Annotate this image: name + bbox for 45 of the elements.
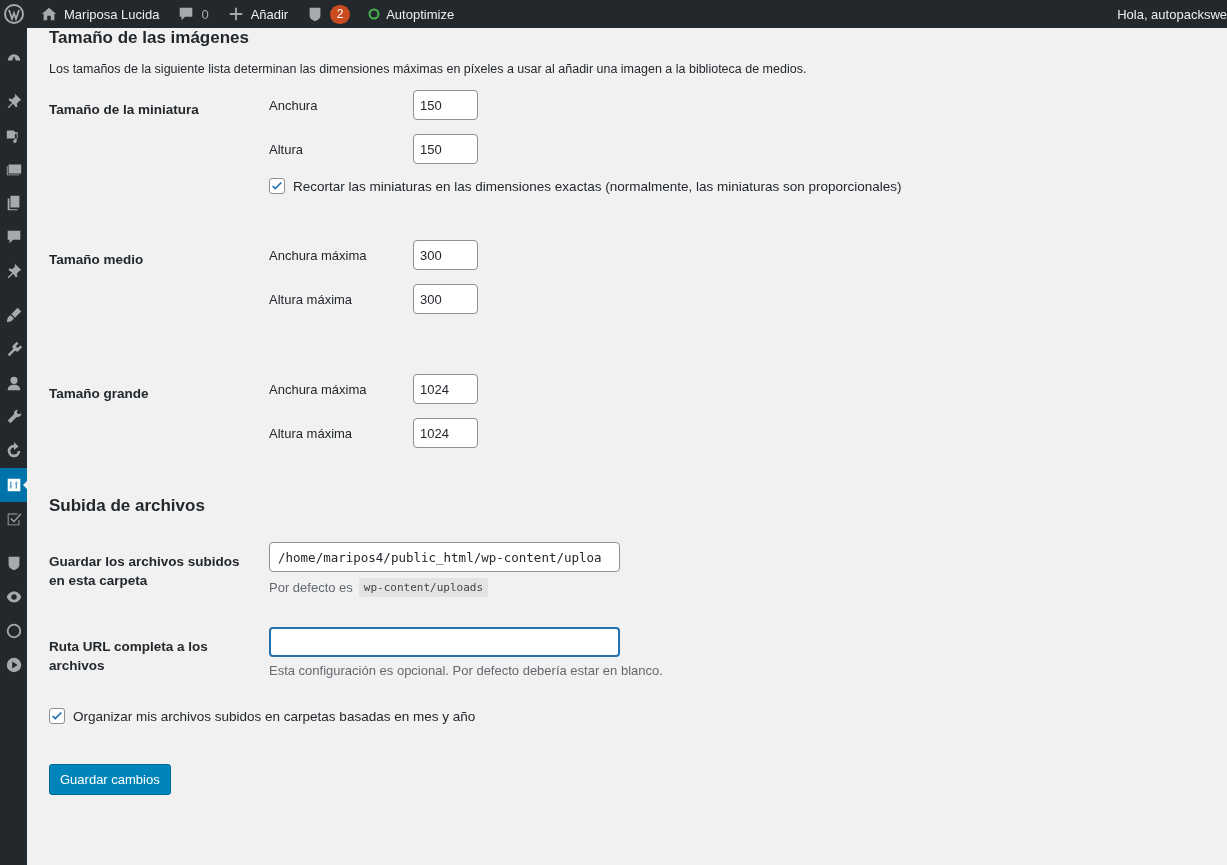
checkmark-icon	[50, 709, 64, 723]
setting-label: Guardar los archivos subidos en esta carpeta	[49, 553, 241, 590]
setting-label: Tamaño de la miniatura	[49, 101, 200, 119]
number-field[interactable]: 1024	[413, 374, 478, 404]
field-label: Anchura máxima	[269, 247, 368, 263]
checkbox-label: Recortar las miniaturas en las dimensiones exactas (normalmente, las miniaturas son proporcionales)	[293, 178, 902, 194]
notification-count: 2	[330, 4, 351, 24]
field-hint: Esta configuración es opcional. Por defecto debería estar en blanco.	[269, 663, 663, 678]
account-link[interactable]: Hola, autopackswe	[1108, 0, 1227, 28]
setting-label: Tamaño grande	[49, 385, 150, 403]
text-field[interactable]	[269, 627, 620, 657]
number-field[interactable]: 300	[413, 240, 478, 270]
save-button[interactable]: Guardar cambios	[49, 764, 171, 795]
field-label: Altura	[269, 141, 304, 157]
setting-label: Ruta URL completa a los archivos	[49, 638, 209, 675]
setting-label: Tamaño medio	[49, 251, 145, 269]
add-new-link[interactable]: Añadir	[217, 0, 298, 28]
checkbox-label: Organizar mis archivos subidos en carpetas basadas en mes y año	[73, 708, 476, 724]
section-title: Tamaño de las imágenes	[49, 28, 250, 49]
field-label: Altura máxima	[269, 291, 354, 307]
section-title: Subida de archivos	[49, 496, 206, 517]
wordpress-logo-icon[interactable]	[4, 4, 24, 24]
number-field[interactable]: 150	[413, 134, 478, 164]
status-ring-icon	[368, 8, 381, 20]
checkmark-icon	[270, 179, 284, 193]
field-label: Anchura	[269, 97, 319, 113]
checkbox[interactable]	[49, 708, 65, 724]
field-hint: Por defecto es	[269, 580, 353, 595]
home-icon	[40, 5, 58, 23]
field-label: Altura máxima	[269, 425, 354, 441]
field-label: Anchura máxima	[269, 381, 368, 397]
comments-link[interactable]: 0	[168, 0, 218, 28]
section-description: Los tamaños de la siguiente lista determinan las dimensiones máximas en píxeles a usar al añadir una imagen a la biblioteca de medios.	[49, 62, 808, 76]
number-field[interactable]: 1024	[413, 418, 478, 448]
sidebar-item[interactable]	[0, 468, 27, 502]
checkbox[interactable]	[269, 178, 285, 194]
seo-link[interactable]: 2	[297, 0, 360, 28]
code-path: wp-content/uploads	[358, 578, 489, 597]
site-name-link[interactable]: Mariposa Lucida	[31, 0, 169, 28]
number-field[interactable]: 300	[413, 284, 478, 314]
number-field[interactable]: 150	[413, 90, 478, 120]
brush-icon	[4, 306, 23, 324]
play-icon	[4, 656, 23, 674]
autoptimize-link[interactable]: Autoptimize	[359, 0, 464, 28]
text-field[interactable]: /home/maripos4/public_html/wp-content/uploa	[269, 542, 620, 572]
